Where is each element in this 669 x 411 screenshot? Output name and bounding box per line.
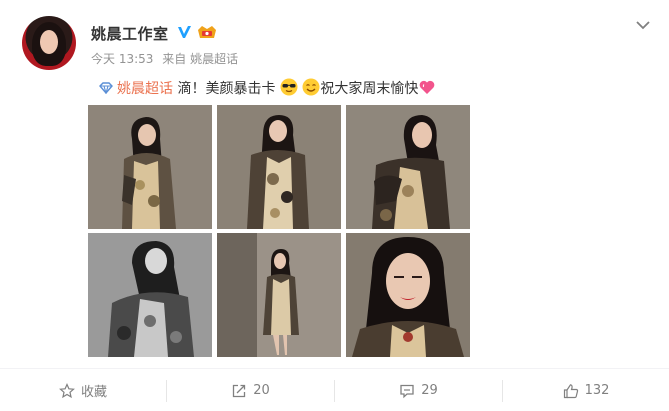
chevron-down-icon[interactable] [634, 18, 652, 32]
author-name[interactable]: 姚晨工作室 [91, 23, 169, 44]
cool-sunglasses-emoji [280, 78, 298, 96]
post-text-part2: 祝大家周末愉快 [320, 81, 419, 97]
like-count: 132 [584, 383, 610, 398]
post-text-part1: 滴！美颜暴击卡 [177, 81, 276, 97]
repost-count: 20 [253, 383, 270, 398]
post-time[interactable]: 今天 13:53 [91, 52, 153, 66]
fan-badge-icon[interactable] [196, 24, 218, 41]
photo-thumbnail-4[interactable] [88, 233, 212, 357]
favorite-label: 收藏 [80, 385, 107, 400]
super-topic-link[interactable]: 姚晨超话 [99, 81, 177, 97]
heart-emoji [420, 80, 435, 94]
weibo-post-card: 姚晨工作室 今天 13:53 来自 姚晨超话 姚晨超话 滴！美颜暴击卡 祝大家周… [0, 0, 669, 411]
repost-icon [233, 384, 246, 397]
comment-icon [400, 384, 414, 398]
smile-emoji [302, 78, 320, 96]
photo-grid [88, 105, 470, 357]
like-button[interactable]: 132 [503, 369, 669, 411]
photo-thumbnail-3[interactable] [346, 105, 470, 229]
repost-button[interactable]: 20 [167, 369, 334, 411]
verified-v-icon [178, 26, 191, 38]
favorite-button[interactable]: 收藏 [0, 369, 166, 411]
post-action-bar: 收藏 20 29 132 [0, 368, 669, 411]
photo-thumbnail-1[interactable] [88, 105, 212, 229]
author-avatar[interactable] [22, 16, 76, 70]
super-topic-label[interactable]: 姚晨超话 [117, 81, 173, 97]
source-prefix: 来自 [162, 52, 187, 66]
post-text: 姚晨超话 滴！美颜暴击卡 祝大家周末愉快 [99, 78, 436, 98]
star-icon [59, 382, 75, 398]
super-topic-icon [99, 82, 113, 94]
comment-count: 29 [421, 383, 438, 398]
post-meta: 今天 13:53 来自 姚晨超话 [91, 50, 238, 67]
thumbs-up-icon [563, 383, 578, 398]
comment-button[interactable]: 29 [335, 369, 502, 411]
photo-thumbnail-2[interactable] [217, 105, 341, 229]
photo-thumbnail-5[interactable] [217, 233, 341, 357]
post-source[interactable]: 姚晨超话 [190, 52, 238, 66]
photo-thumbnail-6[interactable] [346, 233, 470, 357]
